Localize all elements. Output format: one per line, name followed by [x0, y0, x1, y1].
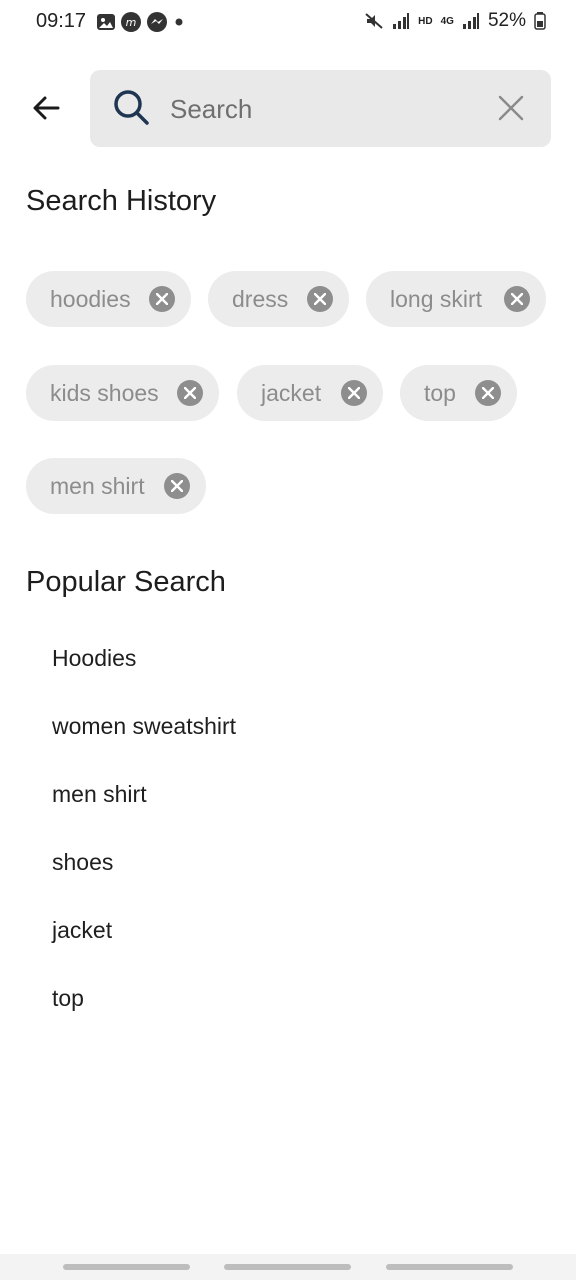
svg-text:m: m: [126, 16, 137, 29]
close-circle-icon: [511, 293, 523, 305]
remove-chip-button[interactable]: [341, 380, 367, 406]
mute-icon: [365, 13, 383, 29]
nav-home-handle[interactable]: [224, 1264, 351, 1270]
gallery-icon: [97, 14, 115, 30]
back-button[interactable]: [22, 84, 70, 132]
chip-label: men shirt: [50, 472, 145, 499]
remove-chip-button[interactable]: [164, 473, 190, 499]
messenger-icon: [147, 12, 167, 32]
hd-icon: HD: [418, 15, 433, 27]
notification-icons: m: [96, 11, 186, 33]
chip-label: top: [424, 379, 456, 406]
remove-chip-button[interactable]: [177, 380, 203, 406]
search-icon: [114, 90, 149, 125]
4g-icon: 4G: [440, 15, 454, 27]
popular-item[interactable]: top: [52, 985, 84, 1012]
m-app-icon: m: [121, 12, 141, 32]
search-history-title: Search History: [26, 185, 217, 217]
chip-label: kids shoes: [50, 379, 159, 406]
nav-recents-handle[interactable]: [63, 1264, 190, 1270]
close-circle-icon: [184, 387, 196, 399]
arrow-left-icon: [33, 96, 60, 120]
chip-label: hoodies: [50, 285, 131, 312]
close-circle-icon: [156, 293, 168, 305]
history-chip-top[interactable]: top: [400, 365, 517, 421]
nav-back-handle[interactable]: [386, 1264, 513, 1270]
remove-chip-button[interactable]: [149, 286, 175, 312]
history-chip-jacket[interactable]: jacket: [237, 365, 383, 421]
close-circle-icon: [348, 387, 360, 399]
popular-item[interactable]: jacket: [52, 917, 112, 944]
history-chip-dress[interactable]: dress: [208, 271, 349, 327]
status-time: 09:17: [36, 10, 87, 32]
system-icons: HD 4G 52%: [364, 10, 546, 32]
status-bar: 09:17 m HD 4G 52%: [0, 0, 576, 42]
search-input[interactable]: [170, 88, 470, 130]
popular-item[interactable]: women sweatshirt: [52, 713, 236, 740]
system-nav-bar: [0, 1254, 576, 1280]
remove-chip-button[interactable]: [475, 380, 501, 406]
close-circle-icon: [482, 387, 494, 399]
remove-chip-button[interactable]: [504, 286, 530, 312]
close-icon: [498, 95, 524, 121]
battery-percent: 52%: [487, 10, 526, 31]
chip-label: jacket: [261, 379, 322, 406]
history-chip-men-shirt[interactable]: men shirt: [26, 458, 206, 514]
signal-icon-2: [462, 13, 479, 29]
signal-icon: [393, 13, 410, 29]
clear-search-button[interactable]: [497, 94, 525, 122]
popular-item[interactable]: Hoodies: [52, 645, 136, 672]
chip-label: long skirt: [390, 285, 483, 312]
popular-search-title: Popular Search: [26, 566, 226, 598]
chip-label: dress: [232, 285, 289, 312]
close-circle-icon: [314, 293, 326, 305]
history-chip-hoodies[interactable]: hoodies: [26, 271, 191, 327]
dot-icon: [175, 18, 183, 26]
close-circle-icon: [171, 480, 183, 492]
popular-item[interactable]: men shirt: [52, 781, 147, 808]
history-chip-kids-shoes[interactable]: kids shoes: [26, 365, 219, 421]
search-bar[interactable]: [90, 70, 551, 147]
battery-icon: [534, 12, 546, 30]
popular-item[interactable]: shoes: [52, 849, 113, 876]
history-chip-long-skirt[interactable]: long skirt: [366, 271, 546, 327]
remove-chip-button[interactable]: [307, 286, 333, 312]
